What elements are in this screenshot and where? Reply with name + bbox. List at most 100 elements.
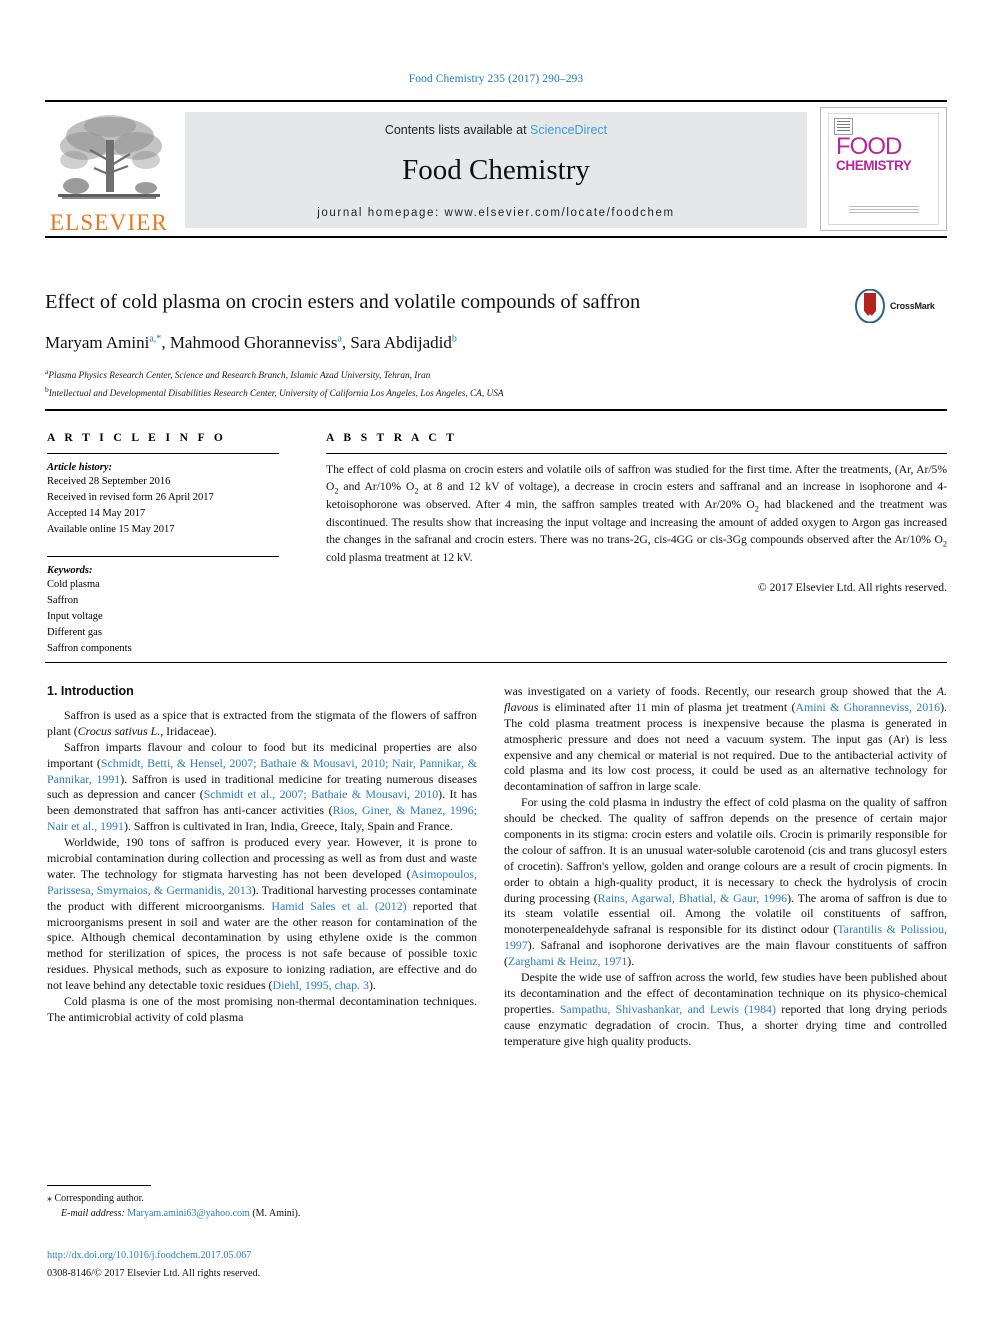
author-3: Sara Abdijadid: [350, 332, 452, 352]
paragraph-4: Cold plasma is one of the most promising…: [47, 994, 477, 1024]
p5-text-d: ).: [627, 954, 635, 969]
history-revised: Received in revised form 26 April 2017: [47, 491, 214, 503]
author-1: Maryam Amini: [45, 332, 150, 352]
email-label: E-mail address:: [61, 1207, 125, 1219]
abstract-paragraph: The effect of cold plasma on crocin este…: [326, 462, 947, 567]
author-1-marks: a,*: [149, 332, 162, 344]
keyword-1: Cold plasma: [47, 578, 100, 590]
article-info-rule: [47, 453, 279, 454]
p5-text-a: For using the cold plasma in industry th…: [504, 795, 947, 905]
citation-link[interactable]: Rains, Agarwal, Bhatial, & Gaur, 1996: [598, 891, 787, 905]
body-column-left: 1. Introduction Saffron is used as a spi…: [47, 684, 477, 1026]
keywords-label: Keywords:: [47, 564, 93, 576]
author-list: Maryam Aminia,*, Mahmood Ghorannevissa, …: [45, 332, 457, 352]
journal-masthead: ELSEVIER Contents lists available at Sci…: [45, 100, 947, 238]
p3-text-d: ).: [368, 978, 376, 993]
citation-link[interactable]: Hamid Sales et al. (2012): [271, 899, 406, 913]
contents-available-line: Contents lists available at ScienceDirec…: [185, 123, 807, 137]
cover-footer-lines: [849, 206, 919, 215]
history-online: Available online 15 May 2017: [47, 523, 175, 535]
history-accepted: Accepted 14 May 2017: [47, 507, 146, 519]
journal-band: Contents lists available at ScienceDirec…: [185, 112, 807, 228]
sciencedirect-link[interactable]: ScienceDirect: [530, 123, 607, 137]
email-note: E-mail address: Maryam.amini63@yahoo.com…: [47, 1207, 477, 1222]
abstract-part-5: cold plasma treatment at 12 kV.: [326, 550, 473, 564]
p4c-text-b: is eliminated after 11 min of plasma jet…: [538, 699, 796, 714]
masthead-top-rule: [45, 100, 947, 102]
journal-cover-image: FOOD CHEMISTRY: [820, 107, 947, 231]
article-first-page: Food Chemistry 235 (2017) 290–293 ELSEVI…: [0, 0, 992, 1323]
masthead-bottom-rule: [45, 236, 947, 238]
elsevier-tree-icon: [50, 110, 168, 210]
cover-chemistry-text: CHEMISTRY: [836, 158, 912, 173]
footnote-rule: [47, 1185, 151, 1186]
article-history-label: Article history:: [47, 462, 113, 473]
p4c-text-a: was investigated on a variety of foods. …: [504, 684, 937, 698]
email-suffix: (M. Amini).: [252, 1207, 301, 1219]
corresponding-author-text: Corresponding author.: [54, 1193, 144, 1204]
author-3-marks: b: [451, 332, 457, 344]
contents-prefix: Contents lists available at: [384, 123, 531, 137]
abstract-copyright: © 2017 Elsevier Ltd. All rights reserved…: [757, 580, 947, 594]
affiliation-a: aPlasma Physics Research Center, Science…: [45, 366, 947, 384]
p1-text-b: , Iridaceae).: [160, 723, 217, 738]
affiliation-a-text: Plasma Physics Research Center, Science …: [48, 370, 431, 381]
abstract-heading: A B S T R A C T: [326, 432, 458, 444]
abstract-part-2: and Ar/10% O: [338, 479, 415, 493]
abstract-text: The effect of cold plasma on crocin este…: [326, 462, 947, 596]
citation-link[interactable]: Amini & Ghoranneviss, 2016: [795, 700, 940, 714]
affiliation-list: aPlasma Physics Research Center, Science…: [45, 366, 947, 402]
elsevier-logo: ELSEVIER: [45, 106, 173, 234]
paragraph-2: Saffron imparts flavour and colour to fo…: [47, 740, 477, 835]
running-head: Food Chemistry 235 (2017) 290–293: [408, 73, 584, 85]
affiliation-b-text: Intellectual and Developmental Disabilit…: [48, 388, 504, 399]
keyword-4: Different gas: [47, 626, 102, 638]
crossmark-badge[interactable]: CrossMark: [855, 288, 947, 324]
p2-text-d: ). Saffron is cultivated in Iran, India,…: [123, 819, 453, 834]
article-title: Effect of cold plasma on crocin esters a…: [45, 291, 641, 313]
paragraph-4-continued: was investigated on a variety of foods. …: [504, 684, 947, 795]
history-received: Received 28 September 2016: [47, 476, 171, 487]
article-info-heading: A R T I C L E I N F O: [47, 432, 227, 444]
footnote-block: ⁎ Corresponding author. E-mail address: …: [47, 1185, 477, 1221]
elsevier-wordmark: ELSEVIER: [49, 210, 169, 235]
abstract-rule: [326, 453, 947, 454]
citation-link[interactable]: Diehl, 1995, chap. 3: [273, 978, 369, 992]
section-heading-introduction: 1. Introduction: [47, 684, 134, 698]
keyword-2: Saffron: [47, 594, 79, 606]
paragraph-5: For using the cold plasma in industry th…: [504, 795, 947, 970]
author-2-marks: a: [337, 332, 342, 344]
paragraph-3: Worldwide, 190 tons of saffron is produc…: [47, 835, 477, 994]
info-abstract-top-rule: [45, 409, 947, 411]
paragraph-1: Saffron is used as a spice that is extra…: [47, 708, 477, 740]
journal-homepage[interactable]: journal homepage: www.elsevier.com/locat…: [185, 207, 807, 219]
issn-copyright-line: 0308-8146/© 2017 Elsevier Ltd. All right…: [47, 1268, 261, 1280]
body-top-rule: [45, 662, 947, 663]
cover-food-text: FOOD: [836, 133, 902, 160]
citation-link[interactable]: Zarghami & Heinz, 1971: [508, 954, 627, 968]
journal-title: Food Chemistry: [402, 154, 590, 186]
paragraph-6: Despite the wide use of saffron across t…: [504, 970, 947, 1049]
keyword-3: Input voltage: [47, 610, 103, 622]
keywords-block: Keywords: Cold plasma Saffron Input volt…: [47, 565, 279, 657]
citation-link[interactable]: Schmidt et al., 2007; Bathaie & Mousavi,…: [204, 787, 439, 801]
title-block: Effect of cold plasma on crocin esters a…: [45, 288, 947, 402]
doi-block: http://dx.doi.org/10.1016/j.foodchem.201…: [47, 1248, 477, 1282]
citation-link[interactable]: Sampathu, Shivashankar, and Lewis (1984): [560, 1002, 776, 1016]
journal-cover-inner: FOOD CHEMISTRY: [828, 113, 939, 225]
email-link[interactable]: Maryam.amini63@yahoo.com: [127, 1208, 250, 1219]
doi-link[interactable]: http://dx.doi.org/10.1016/j.foodchem.201…: [47, 1248, 477, 1263]
keyword-5: Saffron components: [47, 642, 132, 654]
p1-species-name: Crocus sativus L.: [77, 723, 161, 738]
crossmark-label: CrossMark: [890, 301, 935, 311]
abstract-column: A B S T R A C T The effect of cold plasm…: [326, 432, 947, 596]
affiliation-b: bIntellectual and Developmental Disabili…: [45, 384, 947, 402]
keywords-rule: [47, 555, 279, 557]
author-2: Mahmood Ghoranneviss: [169, 332, 338, 352]
body-column-right: was investigated on a variety of foods. …: [504, 684, 947, 1049]
crossmark-icon: [855, 288, 885, 324]
corresponding-author-note: ⁎ Corresponding author.: [47, 1192, 477, 1207]
article-info-column: A R T I C L E I N F O Article history: R…: [47, 432, 279, 657]
abstract-sub-4: 2: [942, 539, 947, 548]
corresponding-author-mark: ⁎: [47, 1193, 52, 1204]
